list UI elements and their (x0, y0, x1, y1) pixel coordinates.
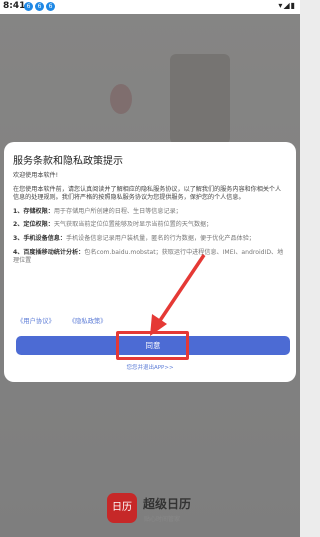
app-logo: 日历 (107, 493, 137, 523)
pointer-arrow-icon (150, 254, 206, 336)
app-slogan: 贴心时间管家 (144, 516, 181, 523)
app-name: 超级日历 (143, 497, 192, 511)
